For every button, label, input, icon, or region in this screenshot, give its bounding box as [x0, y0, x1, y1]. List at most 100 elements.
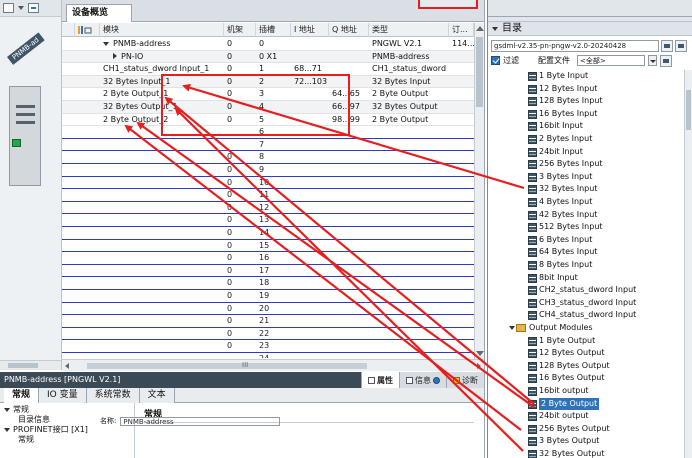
catalog-item[interactable]: 12 Bytes Input — [488, 83, 684, 96]
empty-slot-row[interactable]: 0 16 — [62, 252, 474, 265]
catalog-item[interactable]: 2 Bytes Input — [488, 133, 684, 146]
empty-slot-row[interactable]: 0 21 — [62, 315, 474, 328]
catalog-item[interactable]: 32 Bytes Output — [488, 448, 684, 458]
device-graphic[interactable] — [9, 86, 41, 186]
table-row[interactable]: 2 Byte Output_1 0 3 64...65 2 Byte Output — [62, 88, 474, 101]
column-header-order-number[interactable]: 订... — [449, 23, 474, 37]
empty-slot-row[interactable]: 0 14 — [62, 227, 474, 240]
overview-horizontal-scrollbar[interactable]: III — [62, 359, 484, 371]
empty-slot-row[interactable]: 09 — [62, 164, 474, 177]
empty-slot-row[interactable]: 24 — [62, 353, 474, 358]
catalog-item[interactable]: 24bit output — [488, 410, 684, 423]
tab-diagnostics[interactable]: 诊断 — [446, 372, 484, 388]
empty-slot-row[interactable]: 0 10 — [62, 177, 474, 190]
catalog-folder-output-modules[interactable]: Output Modules — [488, 322, 684, 335]
profile-select[interactable]: <全部> — [577, 55, 645, 66]
column-options-icon[interactable] — [75, 23, 100, 37]
search-catalog-icon[interactable] — [661, 40, 673, 52]
tab-system-constants[interactable]: 系统常数 — [86, 388, 140, 403]
empty-slot-row[interactable]: 0 13 — [62, 214, 474, 227]
scroll-thumb[interactable] — [476, 37, 483, 107]
table-row[interactable]: PNMB-address 0 0 PNGWL V2.1 114... — [62, 38, 474, 51]
catalog-item[interactable]: 42 Bytes Input — [488, 209, 684, 222]
empty-slot-row[interactable]: 08 — [62, 151, 474, 164]
catalog-item[interactable]: 6 Bytes Input — [488, 234, 684, 247]
catalog-item[interactable]: 32 Bytes Input — [488, 183, 684, 196]
empty-slot-row[interactable]: 0 12 — [62, 202, 474, 215]
catalog-item[interactable]: 3 Bytes Input — [488, 171, 684, 184]
tab-properties[interactable]: 属性 — [361, 372, 399, 388]
properties-tree-item[interactable]: 常规 — [4, 405, 130, 415]
empty-slot-row[interactable]: 0 22 — [62, 328, 474, 341]
catalog-item[interactable]: 16 Bytes Input — [488, 108, 684, 121]
chevron-down-icon[interactable] — [4, 407, 10, 412]
column-header-q-address[interactable]: Q 地址 — [329, 23, 369, 37]
column-header-rack[interactable]: 机架 — [224, 23, 256, 37]
chevron-down-icon[interactable] — [4, 427, 10, 432]
scroll-left-icon[interactable] — [65, 363, 69, 369]
empty-slot-row[interactable]: 0 19 — [62, 290, 474, 303]
empty-slot-row[interactable]: 0 23 — [62, 340, 474, 353]
overview-vertical-scrollbar[interactable] — [474, 23, 484, 359]
catalog-header[interactable]: 目录 — [488, 22, 692, 36]
catalog-item[interactable]: 2 Byte Output — [488, 397, 684, 411]
properties-tree-item[interactable]: PROFINET接口 [X1] — [4, 425, 130, 435]
column-header-i-address[interactable]: I 地址 — [291, 23, 329, 37]
catalog-item[interactable]: 16bit output — [488, 385, 684, 398]
catalog-settings-icon[interactable] — [660, 54, 672, 67]
catalog-item[interactable]: 8bit Input — [488, 272, 684, 285]
catalog-item[interactable]: 64 Bytes Input — [488, 246, 684, 259]
empty-slot-row[interactable]: 6 — [62, 126, 474, 139]
table-row[interactable]: 2 Byte Output_2 0 5 98...99 2 Byte Output — [62, 114, 474, 127]
scroll-thumb[interactable] — [87, 363, 367, 369]
column-header-type[interactable]: 类型 — [369, 23, 449, 37]
device-view-icon[interactable] — [3, 3, 14, 13]
catalog-item[interactable]: CH2_status_dword Input — [488, 284, 684, 297]
chevron-down-icon[interactable] — [509, 326, 515, 330]
name-field[interactable]: PNMB-address — [120, 416, 281, 426]
tab-texts[interactable]: 文本 — [139, 388, 175, 403]
column-header-module[interactable]: 模块 — [100, 23, 224, 37]
catalog-item[interactable]: 1 Byte Input — [488, 70, 684, 83]
chevron-down-icon[interactable] — [103, 41, 109, 46]
catalog-item[interactable]: 16bit Input — [488, 120, 684, 133]
filter-checkbox[interactable] — [491, 56, 500, 65]
empty-slot-row[interactable]: 0 18 — [62, 277, 474, 290]
tab-info[interactable]: 信息 — [399, 372, 446, 388]
chevron-right-icon[interactable] — [113, 53, 117, 60]
tab-io-tags[interactable]: IO 变量 — [39, 388, 87, 403]
empty-slot-row[interactable]: 7 — [62, 139, 474, 152]
scroll-up-icon[interactable] — [476, 26, 484, 31]
catalog-item[interactable]: 128 Bytes Input — [488, 95, 684, 108]
catalog-item[interactable]: 24bit Input — [488, 146, 684, 159]
tab-device-overview[interactable]: 设备概览 — [66, 4, 132, 22]
empty-slot-row[interactable]: 0 15 — [62, 240, 474, 253]
table-row[interactable]: CH1_status_dword Input_1 0 1 68...71 CH1_sta… — [62, 63, 474, 76]
network-view-icon[interactable] — [28, 3, 39, 13]
table-row[interactable]: 32 Bytes Input_1 0 2 72...103 32 Bytes Input — [62, 75, 474, 89]
properties-tree-item[interactable]: 常规 — [4, 435, 130, 445]
table-row[interactable]: 32 Bytes Output_1 0 4 66...97 32 Bytes Outpu… — [62, 101, 474, 114]
catalog-item[interactable]: 4 Bytes Input — [488, 196, 684, 209]
scroll-right-icon[interactable] — [477, 363, 481, 369]
catalog-scrollbar[interactable] — [684, 70, 692, 458]
catalog-search-input[interactable]: gsdml-v2.35-pn-pngw-v2.0-20240428 — [491, 40, 659, 52]
catalog-item[interactable]: 128 Bytes Output — [488, 360, 684, 373]
chevron-down-icon[interactable] — [648, 55, 657, 66]
tab-general[interactable]: 常规 — [4, 388, 40, 403]
catalog-item[interactable]: 12 Bytes Output — [488, 347, 684, 360]
chevron-down-icon[interactable] — [492, 26, 498, 31]
catalog-item[interactable]: CH3_status_dword Input — [488, 297, 684, 310]
catalog-item[interactable]: CH4_status_dword Input — [488, 309, 684, 322]
catalog-item[interactable]: 512 Bytes Input — [488, 221, 684, 234]
catalog-item[interactable]: 3 Bytes Output — [488, 435, 684, 448]
column-header-slot[interactable]: 插槽 — [256, 23, 291, 37]
scroll-down-icon[interactable] — [476, 351, 484, 356]
table-row[interactable]: PN-IO 0 0 X1 PNMB-address — [62, 50, 474, 64]
search-next-icon[interactable] — [675, 40, 687, 52]
empty-slot-row[interactable]: 0 17 — [62, 265, 474, 278]
catalog-item[interactable]: 16 Bytes Output — [488, 372, 684, 385]
empty-slot-row[interactable]: 0 20 — [62, 303, 474, 316]
device-view-scrollbar[interactable] — [0, 360, 61, 370]
catalog-item[interactable]: 1 Byte Output — [488, 335, 684, 348]
